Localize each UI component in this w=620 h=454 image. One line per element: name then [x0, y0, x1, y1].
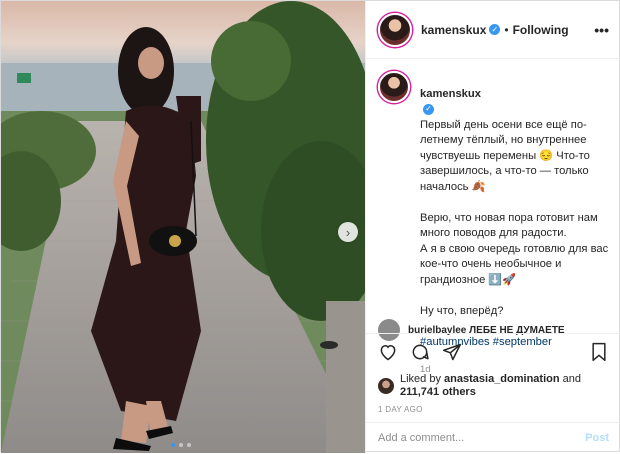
likes-prefix: Liked by — [400, 373, 441, 385]
likes-summary: Liked by anastasia_domination and 211,74… — [366, 367, 620, 399]
comment-input[interactable]: Add a comment... — [378, 432, 464, 444]
share-icon[interactable] — [442, 342, 462, 367]
add-comment-bar: Add a comment... Post — [366, 422, 620, 453]
post-modal: › kamenskux ✓ • Following ••• kamenskux … — [0, 0, 620, 453]
photo-image — [1, 1, 365, 453]
verified-badge-icon: ✓ — [423, 103, 434, 115]
bookmark-icon[interactable] — [589, 342, 609, 367]
caption-username[interactable]: kamenskux — [420, 88, 481, 100]
caption-paragraph: Первый день осени все ещё по-летнему тёп… — [420, 118, 590, 193]
following-button[interactable]: Following — [513, 23, 569, 37]
chevron-right-icon: › — [345, 224, 351, 240]
post-timestamp: 1 DAY AGO — [378, 405, 423, 414]
carousel-indicator — [171, 443, 191, 447]
caption-paragraph: Ну что, вперёд? — [420, 304, 504, 317]
liker-avatar[interactable] — [378, 378, 394, 394]
next-slide-button[interactable]: › — [338, 222, 358, 242]
post-header: kamenskux ✓ • Following ••• — [366, 1, 620, 59]
likes-count[interactable]: 211,741 others — [400, 386, 476, 398]
separator: • — [504, 22, 509, 37]
more-options-icon[interactable]: ••• — [594, 22, 609, 38]
carousel-dot — [187, 443, 191, 447]
carousel-dot — [179, 443, 183, 447]
username-link[interactable]: kamenskux — [421, 23, 486, 37]
carousel-dot — [171, 443, 175, 447]
comment-icon[interactable] — [410, 342, 430, 367]
post-side-panel: kamenskux ✓ • Following ••• kamenskux ✓ … — [365, 1, 620, 453]
avatar[interactable] — [378, 12, 412, 47]
caption-paragraph: Верю, что новая пора готовит нам много п… — [420, 211, 609, 286]
liker-username[interactable]: anastasia_domination — [444, 373, 560, 385]
likes-and: and — [562, 373, 582, 385]
verified-badge-icon: ✓ — [489, 24, 501, 35]
caption-avatar[interactable] — [378, 71, 410, 103]
heart-icon[interactable] — [378, 342, 398, 367]
post-photo[interactable]: › — [1, 1, 365, 453]
post-comment-button[interactable]: Post — [585, 432, 609, 444]
